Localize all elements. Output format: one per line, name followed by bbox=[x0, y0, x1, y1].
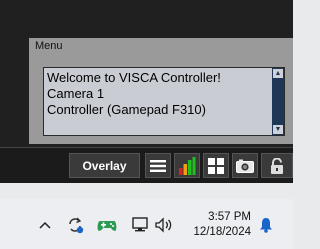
menu-icon bbox=[150, 159, 166, 172]
notification-bell-icon bbox=[260, 218, 272, 233]
menu-line: Welcome to VISCA Controller! bbox=[47, 70, 221, 85]
grid-icon bbox=[208, 157, 224, 174]
menu-title: Menu bbox=[35, 40, 63, 52]
taskbar: 3:57 PM 12/18/2024 bbox=[0, 199, 293, 249]
scroll-up-icon[interactable]: ▲ bbox=[273, 69, 283, 78]
menu-panel: Menu Welcome to VISCA Controller! Camera… bbox=[29, 38, 293, 144]
menu-button[interactable] bbox=[145, 153, 171, 178]
menu-scrollbar[interactable]: ▲ ▼ bbox=[272, 68, 284, 135]
volume-tray-button[interactable] bbox=[154, 215, 174, 235]
menu-line: Camera 1 bbox=[47, 86, 105, 101]
signal-button[interactable] bbox=[174, 153, 200, 178]
signal-bars-icon bbox=[179, 156, 196, 175]
clock[interactable]: 3:57 PM 12/18/2024 bbox=[189, 210, 251, 240]
app-window: Menu Welcome to VISCA Controller! Camera… bbox=[0, 0, 293, 183]
notifications-button[interactable] bbox=[256, 215, 276, 235]
scroll-down-icon[interactable]: ▼ bbox=[273, 125, 283, 134]
gamepad-icon bbox=[97, 221, 117, 231]
camera-icon bbox=[236, 159, 254, 173]
toolbar: Overlay bbox=[0, 147, 293, 183]
menu-textbox[interactable]: Welcome to VISCA Controller! Camera 1 Co… bbox=[43, 67, 285, 136]
network-tray-button[interactable] bbox=[130, 215, 150, 235]
volume-icon bbox=[155, 217, 172, 233]
menu-lines: Welcome to VISCA Controller! Camera 1 Co… bbox=[47, 70, 221, 118]
clock-date: 12/18/2024 bbox=[193, 226, 251, 238]
sync-icon bbox=[69, 217, 84, 234]
network-icon bbox=[132, 217, 148, 232]
overlay-button[interactable]: Overlay bbox=[69, 153, 140, 178]
chevron-up-icon bbox=[39, 221, 51, 229]
grid-button[interactable] bbox=[203, 153, 229, 178]
menu-line: Controller (Gamepad F310) bbox=[47, 102, 206, 117]
show-hidden-icons-button[interactable] bbox=[35, 215, 55, 235]
gamepad-tray-button[interactable] bbox=[97, 215, 117, 235]
clock-time: 3:57 PM bbox=[208, 211, 251, 223]
camera-button[interactable] bbox=[232, 153, 258, 178]
lock-icon bbox=[271, 157, 283, 174]
sync-tray-button[interactable] bbox=[65, 215, 85, 235]
lock-button[interactable] bbox=[261, 153, 293, 178]
